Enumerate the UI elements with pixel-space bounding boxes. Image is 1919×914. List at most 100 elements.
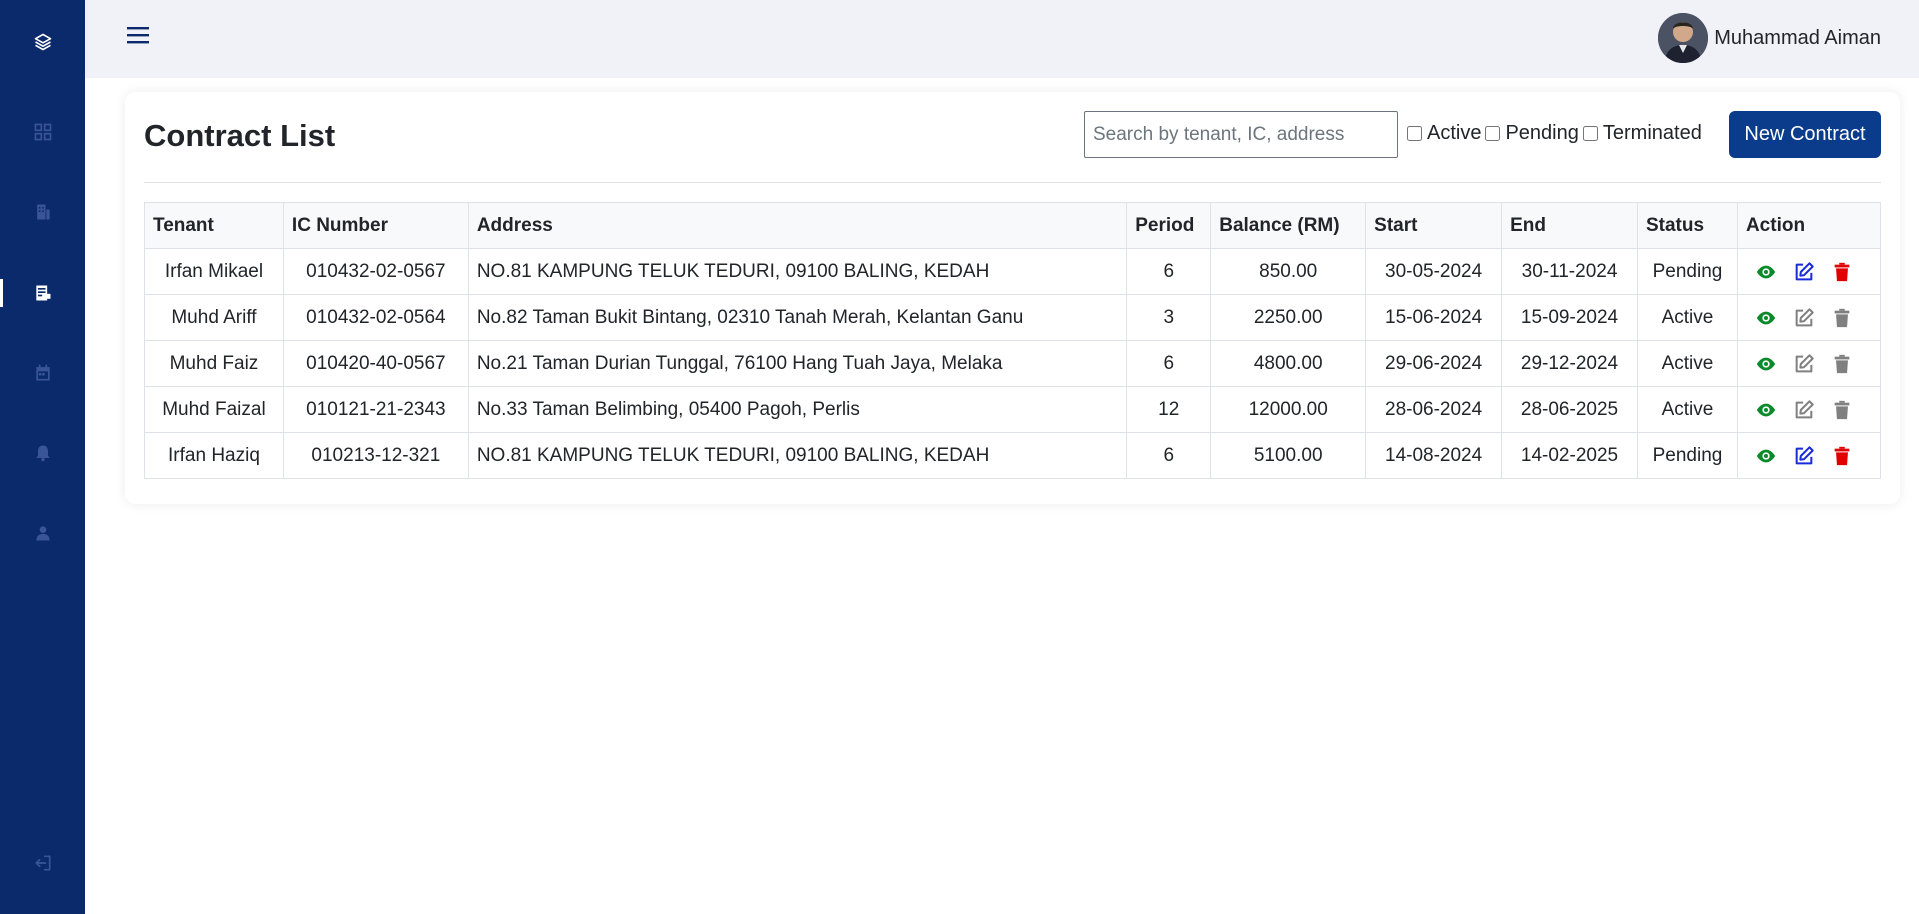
property-icon (36, 204, 50, 220)
cell-start: 29-06-2024 (1365, 340, 1503, 387)
cell-address: No.21 Taman Durian Tunggal, 76100 Hang T… (467, 340, 1128, 387)
user-menu[interactable]: Muhammad Aiman (1658, 13, 1881, 63)
cell-action (1736, 432, 1882, 479)
avatar (1658, 13, 1709, 63)
cell-action (1736, 294, 1882, 341)
layers-icon (34, 33, 51, 51)
edit-button[interactable] (1792, 306, 1816, 330)
cell-balance: 2250.00 (1210, 294, 1367, 341)
sidebar-item-dashboard[interactable] (0, 112, 85, 152)
eye-icon (1756, 265, 1776, 278)
cell-end: 30-11-2024 (1501, 248, 1638, 295)
trash-icon (1834, 262, 1850, 281)
cell-ic-number: 010420-40-0567 (282, 340, 469, 387)
view-button[interactable] (1754, 260, 1778, 284)
view-button[interactable] (1754, 306, 1778, 330)
table-row: Irfan Mikael 010432-02-0567 NO.81 KAMPUN… (144, 248, 1882, 295)
cell-ic-number: 010432-02-0564 (282, 294, 469, 341)
cell-balance: 850.00 (1210, 248, 1367, 295)
table-row: Muhd Faizal 010121-21-2343 No.33 Taman B… (144, 386, 1882, 433)
edit-icon (1795, 261, 1814, 280)
contract-card: Contract List Active Pending Terminated … (125, 92, 1900, 504)
menu-toggle-button[interactable] (125, 22, 151, 48)
eye-icon (1756, 403, 1776, 416)
sidebar-item-profile[interactable] (0, 513, 85, 553)
edit-icon (1795, 353, 1814, 372)
divider (144, 182, 1881, 183)
sidebar-item-properties[interactable] (0, 192, 85, 232)
cell-start: 14-08-2024 (1365, 432, 1503, 479)
cell-action (1736, 386, 1882, 433)
delete-button[interactable] (1830, 398, 1854, 422)
search-input[interactable] (1084, 111, 1398, 158)
table-row: Muhd Ariff 010432-02-0564 No.82 Taman Bu… (144, 294, 1882, 341)
filter-terminated-label: Terminated (1602, 122, 1702, 144)
cell-tenant: Muhd Faiz (144, 340, 284, 387)
filter-active[interactable]: Active (1407, 122, 1481, 145)
edit-button[interactable] (1792, 260, 1816, 284)
trash-icon (1834, 446, 1850, 465)
new-contract-button[interactable]: New Contract (1729, 111, 1881, 158)
filter-pending[interactable]: Pending (1485, 122, 1579, 145)
header-balance: Balance (RM) (1210, 202, 1367, 249)
cell-tenant: Muhd Ariff (144, 294, 284, 341)
delete-button[interactable] (1830, 444, 1854, 468)
status-filters: Active Pending Terminated (1407, 122, 1706, 145)
cell-period: 6 (1126, 340, 1212, 387)
topbar: Muhammad Aiman (85, 0, 1919, 78)
table-header-row: Tenant IC Number Address Period Balance … (144, 202, 1882, 249)
bell-icon (35, 445, 50, 462)
header-end: End (1501, 202, 1638, 249)
sidebar-item-home[interactable] (0, 22, 85, 62)
filter-terminated-checkbox[interactable] (1582, 126, 1598, 141)
view-button[interactable] (1754, 398, 1778, 422)
trash-icon (1834, 400, 1850, 419)
cell-tenant: Irfan Haziq (144, 432, 284, 479)
row-actions (1746, 352, 1872, 376)
cell-balance: 4800.00 (1210, 340, 1367, 387)
logout-button[interactable] (0, 843, 85, 883)
contract-table: Tenant IC Number Address Period Balance … (144, 202, 1882, 479)
view-button[interactable] (1754, 352, 1778, 376)
cell-status: Pending (1636, 432, 1738, 479)
cell-status: Active (1636, 340, 1738, 387)
delete-button[interactable] (1830, 352, 1854, 376)
table-row: Irfan Haziq 010213-12-321 NO.81 KAMPUNG … (144, 432, 1882, 479)
cell-tenant: Irfan Mikael (144, 248, 284, 295)
user-name: Muhammad Aiman (1714, 26, 1881, 49)
row-actions (1746, 444, 1872, 468)
filter-pending-checkbox[interactable] (1485, 126, 1501, 141)
header-address: Address (467, 202, 1128, 249)
filter-active-checkbox[interactable] (1407, 126, 1422, 141)
cell-period: 6 (1126, 248, 1212, 295)
cell-ic-number: 010121-21-2343 (282, 386, 469, 433)
header-start: Start (1365, 202, 1503, 249)
row-actions (1746, 306, 1872, 330)
row-actions (1746, 260, 1872, 284)
sidebar (0, 0, 85, 914)
cell-period: 12 (1126, 386, 1212, 433)
edit-icon (1795, 445, 1814, 464)
filter-terminated[interactable]: Terminated (1582, 122, 1702, 145)
cell-ic-number: 010432-02-0567 (282, 248, 469, 295)
contract-icon (35, 285, 50, 301)
cell-balance: 5100.00 (1210, 432, 1367, 479)
sidebar-item-notifications[interactable] (0, 433, 85, 473)
delete-button[interactable] (1830, 260, 1854, 284)
edit-button[interactable] (1792, 444, 1816, 468)
sidebar-item-calendar[interactable] (0, 353, 85, 393)
trash-icon (1834, 308, 1850, 327)
trash-icon (1834, 354, 1850, 373)
edit-button[interactable] (1792, 352, 1816, 376)
user-icon (35, 526, 50, 541)
cell-address: NO.81 KAMPUNG TELUK TEDURI, 09100 BALING… (467, 248, 1128, 295)
table-row: Muhd Faiz 010420-40-0567 No.21 Taman Dur… (144, 340, 1882, 387)
dashboard-icon (34, 123, 51, 141)
delete-button[interactable] (1830, 306, 1854, 330)
cell-ic-number: 010213-12-321 (282, 432, 469, 479)
edit-button[interactable] (1792, 398, 1816, 422)
sidebar-item-contracts[interactable] (0, 273, 85, 313)
view-button[interactable] (1754, 444, 1778, 468)
cell-end: 15-09-2024 (1501, 294, 1638, 341)
cell-start: 30-05-2024 (1365, 248, 1503, 295)
